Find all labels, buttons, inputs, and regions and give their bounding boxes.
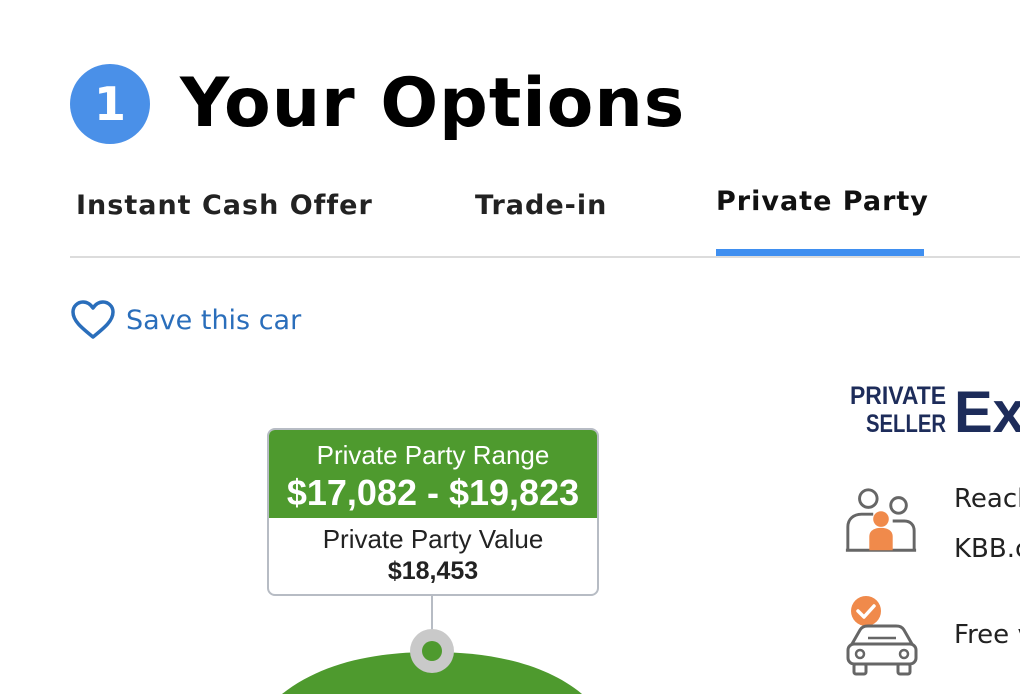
logo-text-line1: PRIVATE xyxy=(850,382,946,410)
logo-text-line2: SELLER xyxy=(866,410,946,434)
feature-row-free: Free v xyxy=(842,594,1020,684)
range-values: $17,082 - $19,823 xyxy=(286,472,580,513)
tab-trade-in[interactable]: Trade-in xyxy=(475,176,607,254)
car-check-icon xyxy=(846,596,918,676)
step-number-badge: 1 xyxy=(70,64,150,144)
tab-instant-cash-offer[interactable]: Instant Cash Offer xyxy=(76,176,373,254)
feature-text-line1: Reacl xyxy=(954,484,1020,514)
tab-label: Private Party xyxy=(716,186,929,217)
private-party-range-card: Private Party Range $17,082 - $19,823 Pr… xyxy=(267,428,599,596)
page-title: Your Options xyxy=(180,64,686,143)
feature-text-line2: KBB.c xyxy=(954,534,1020,564)
value-label: Private Party Value xyxy=(322,524,544,554)
save-car-label: Save this car xyxy=(126,304,302,336)
tab-label: Instant Cash Offer xyxy=(76,190,373,221)
save-car-button[interactable]: Save this car xyxy=(70,298,301,342)
step-number: 1 xyxy=(93,77,126,131)
private-seller-exchange-logo: PRIVATE SELLER Exc xyxy=(850,380,1020,434)
tab-label: Trade-in xyxy=(475,190,608,221)
heart-icon xyxy=(71,300,115,339)
range-header: Private Party Range $17,082 - $19,823 xyxy=(269,430,597,518)
gauge-marker-dot xyxy=(422,641,442,661)
logo-word: Exc xyxy=(954,380,1020,434)
tab-private-party[interactable]: Private Party xyxy=(716,176,929,256)
value-amount: $18,453 xyxy=(387,557,479,585)
feature-row-reach: Reacl KBB.c xyxy=(842,478,1020,578)
range-label: Private Party Range xyxy=(316,440,550,470)
options-tabs: Instant Cash Offer Trade-in Private Part… xyxy=(70,176,1020,258)
feature-text-line1: Free v xyxy=(954,620,1020,650)
people-icon xyxy=(845,488,917,552)
